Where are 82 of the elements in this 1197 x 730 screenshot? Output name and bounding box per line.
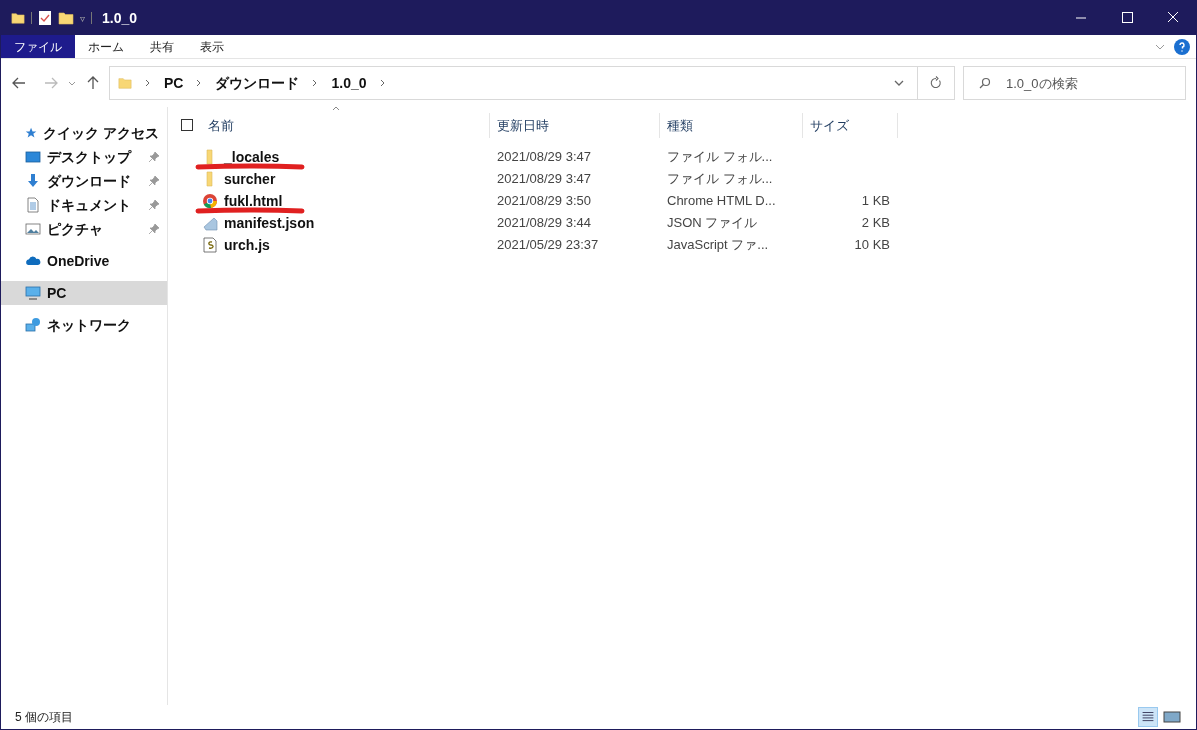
sidebar-label: PC: [47, 283, 68, 303]
sidebar-item[interactable]: デスクトップ: [1, 145, 167, 169]
details-view-icon[interactable]: [1138, 707, 1158, 727]
network-icon: [25, 317, 41, 333]
breadcrumb[interactable]: PC: [164, 72, 184, 94]
browser-icon: [202, 193, 218, 209]
sidebar-label: ダウンロード: [47, 171, 132, 191]
sidebar-item[interactable]: ネットワーク: [1, 313, 167, 337]
file-row[interactable]: urch.js 2021/05/29 23:37 JavaScript ファ... 10 KB: [180, 234, 1196, 256]
column-header[interactable]: サイズ: [803, 113, 898, 138]
search-field[interactable]: 1.0_0の検索: [963, 66, 1186, 100]
column-header[interactable]: 種類: [660, 113, 803, 138]
sidebar-label: デスクトップ: [47, 147, 133, 167]
pin-icon[interactable]: [149, 200, 159, 210]
column-header[interactable]: 名前: [180, 113, 490, 138]
breadcrumb[interactable]: 1.0_0: [331, 72, 367, 94]
file-name: surcher: [224, 169, 276, 189]
status-text: 5 個の項目: [15, 709, 73, 726]
type-cell-text: ファイル フォル...: [666, 148, 774, 167]
sidebar-item[interactable]: ピクチャ: [1, 217, 167, 241]
computer-icon: [25, 285, 41, 301]
file-name: urch.js: [224, 235, 270, 255]
file-name: fukl.html: [224, 191, 283, 211]
size-cell-text: 10 KB: [853, 236, 891, 255]
sidebar-item[interactable]: ドキュメント: [1, 193, 167, 217]
sidebar-label: ドキュメント: [47, 195, 132, 215]
sidebar-label: クイック アクセス: [43, 123, 159, 143]
refresh-icon[interactable]: [929, 76, 943, 90]
pin-icon[interactable]: [149, 224, 159, 234]
toolbar-dropdown-glyph[interactable]: ▿: [80, 10, 85, 26]
folder-icon: [118, 75, 132, 91]
ribbon-tab[interactable]: 表示: [187, 35, 237, 58]
help-icon[interactable]: [1174, 38, 1190, 55]
folder-icon: [58, 10, 74, 26]
address-bar[interactable]: PC ダウンロード 1.0_0: [109, 66, 955, 100]
type-cell-text: Chrome HTML D...: [666, 192, 777, 211]
select-all-checkbox[interactable]: [181, 119, 193, 131]
size-cell-text: 2 KB: [860, 214, 891, 233]
sidebar-item[interactable]: PC: [1, 281, 167, 305]
file-row[interactable]: fukl.html 2021/08/29 3:50 Chrome HTML D... 1 KB: [180, 190, 1196, 212]
date-cell-text: 2021/08/29 3:50: [496, 192, 592, 211]
type-cell-text: JavaScript ファ...: [666, 236, 770, 255]
breadcrumb[interactable]: ダウンロード: [215, 72, 300, 94]
column-header[interactable]: 更新日時: [490, 113, 660, 138]
search-icon: [979, 77, 991, 89]
date-cell-text: 2021/08/29 3:47: [496, 148, 592, 167]
file-name: manifest.json: [224, 213, 315, 233]
sidebar-item[interactable]: OneDrive: [1, 249, 167, 273]
script-file-icon: [202, 237, 218, 253]
download-icon: [25, 173, 41, 189]
file-row[interactable]: manifest.json 2021/08/29 3:44 JSON ファイル 2 KB: [180, 212, 1196, 234]
date-cell-text: 2021/05/29 23:37: [496, 236, 600, 255]
sidebar-item[interactable]: ダウンロード: [1, 169, 167, 193]
window-title: 1.0_0: [102, 8, 138, 28]
chevron-right-icon[interactable]: [144, 79, 152, 87]
up-arrow-icon[interactable]: [85, 75, 101, 91]
folder-icon: [11, 10, 25, 26]
file-row[interactable]: surcher 2021/08/29 3:47 ファイル フォル...: [180, 168, 1196, 190]
date-cell-text: 2021/08/29 3:44: [496, 214, 592, 233]
ribbon-tab[interactable]: 共有: [137, 35, 187, 58]
date-cell-text: 2021/08/29 3:47: [496, 170, 592, 189]
file-row[interactable]: _locales 2021/08/29 3:47 ファイル フォル...: [180, 146, 1196, 168]
checklist-icon[interactable]: [38, 10, 52, 26]
desktop-icon: [25, 149, 41, 165]
ribbon-tab[interactable]: ファイル: [1, 35, 75, 58]
document-icon: [25, 197, 41, 213]
pin-icon[interactable]: [149, 176, 159, 186]
sort-ascending-icon: [332, 105, 340, 111]
file-name: _locales: [224, 147, 280, 167]
type-cell-text: JSON ファイル: [666, 214, 759, 233]
back-arrow-icon[interactable]: [11, 75, 27, 91]
type-cell-text: ファイル フォル...: [666, 170, 774, 189]
chevron-right-icon[interactable]: [378, 79, 387, 87]
ribbon-tab[interactable]: ホーム: [75, 35, 137, 58]
size-cell-text: 1 KB: [860, 192, 891, 211]
sidebar-label: ピクチャ: [47, 219, 104, 239]
picture-icon: [25, 221, 41, 237]
sidebar-label: ネットワーク: [47, 315, 132, 335]
pin-icon[interactable]: [149, 152, 159, 162]
sidebar-label: OneDrive: [47, 251, 111, 271]
sidebar-item[interactable]: クイック アクセス: [1, 121, 167, 145]
file-icon: [202, 215, 218, 231]
